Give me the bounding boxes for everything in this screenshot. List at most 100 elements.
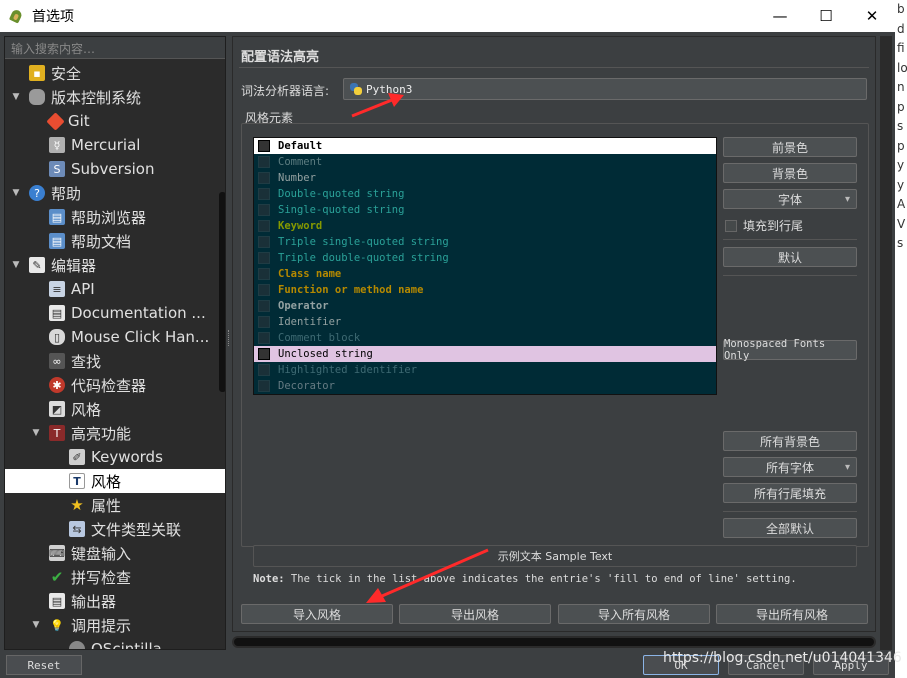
fill-eol-checkbox[interactable] [258,268,270,280]
tree-item-security[interactable]: ▪ 安全 [5,61,225,85]
default-button[interactable]: 默认 [723,247,857,267]
style-element-row[interactable]: Highlighted identifier [254,362,716,378]
style-element-row[interactable]: Triple single-quoted string [254,234,716,250]
maximize-button[interactable]: ☐ [803,0,849,32]
style-element-row[interactable]: Single-quoted string [254,202,716,218]
fill-eol-checkbox[interactable] [258,140,270,152]
edge-text: y [897,177,905,192]
tree-item-git[interactable]: Git [5,109,225,133]
fill-eol-checkbox[interactable] [258,348,270,360]
fill-eol-checkbox[interactable] [258,252,270,264]
fill-eol-checkbox[interactable] [258,380,270,392]
close-button[interactable]: ✕ [849,0,895,32]
style-element-row[interactable]: Decorator [254,378,716,394]
tree-item-help-docs[interactable]: ▤ 帮助文档 [5,229,225,253]
tree-item-qscintilla[interactable]: QScintilla [5,637,225,649]
style-element-row[interactable]: Double-quoted string [254,186,716,202]
foreground-color-button[interactable]: 前景色 [723,137,857,157]
style-element-row[interactable]: Operator [254,298,716,314]
style-element-label: Triple single-quoted string [278,236,449,248]
style-element-row[interactable]: Class name [254,266,716,282]
tree-item-editor[interactable]: ▼ ✎ 编辑器 [5,253,225,277]
fill-eol-checkbox[interactable] [258,316,270,328]
tree-search-input[interactable]: 输入搜索内容… [5,37,225,59]
import-style-button[interactable]: 导入风格 [241,604,393,624]
expand-arrow-icon[interactable]: ▼ [31,428,41,438]
all-background-button[interactable]: 所有背景色 [723,431,857,451]
fill-eol-checkbox[interactable] [258,364,270,376]
tree-item-filetype-assoc[interactable]: ⇆ 文件类型关联 [5,517,225,541]
tree-item-code-checker[interactable]: ✱ 代码检查器 [5,373,225,397]
tree-item-mouse-click[interactable]: ▯ Mouse Click Han... [5,325,225,349]
tree-item-highlighting[interactable]: ▼ T 高亮功能 [5,421,225,445]
tree-item-subversion[interactable]: S Subversion [5,157,225,181]
style-element-row[interactable]: Triple double-quoted string [254,250,716,266]
fill-eol-checkbox[interactable] [258,236,270,248]
tree-item-api[interactable]: ≡ API [5,277,225,301]
style-element-row[interactable]: Unclosed string [254,346,716,362]
fill-eol-checkbox[interactable] [258,156,270,168]
reset-button[interactable]: Reset [6,655,82,675]
expand-arrow-icon[interactable]: ▼ [11,188,21,198]
subversion-icon: S [49,161,65,177]
expand-arrow-icon[interactable]: ▼ [11,92,21,102]
tree-item-spellcheck[interactable]: ✔ 拼写检查 [5,565,225,589]
font-button[interactable]: 字体 [723,189,857,209]
scrollbar-thumb[interactable] [234,638,874,646]
style-elements-list[interactable]: Default Comment Number Double-quoted string… [253,137,717,395]
tree-item-vcs[interactable]: ▼ 版本控制系统 [5,85,225,109]
style-element-label: Single-quoted string [278,204,405,216]
page-horizontal-scrollbar[interactable] [232,636,876,648]
expand-arrow-icon[interactable]: ▼ [31,620,41,630]
lexer-language-select[interactable]: Python3 [343,78,867,100]
panel-splitter-handle[interactable] [228,330,231,346]
minimize-button[interactable]: — [757,0,803,32]
style-element-row[interactable]: Default [254,138,716,154]
tree-item-calltips[interactable]: ▼ 💡 调用提示 [5,613,225,637]
fill-eol-checkbox[interactable] [258,300,270,312]
tree-item-documentation[interactable]: ▤ Documentation ... [5,301,225,325]
style-element-row[interactable]: Identifier [254,314,716,330]
tree-item-mercurial[interactable]: ☿ Mercurial [5,133,225,157]
tree-scrollbar[interactable] [219,192,225,392]
background-window-edge: b d fi lo n p s p y y A V s [895,0,907,678]
checkbox-box[interactable] [725,219,737,232]
tree-item-keyboard[interactable]: ⌨ 键盘输入 [5,541,225,565]
monospaced-fonts-only-button[interactable]: Monospaced Fonts Only [723,338,857,362]
tree-item-exporters[interactable]: ▤ 输出器 [5,589,225,613]
style-element-row[interactable]: Number [254,170,716,186]
edge-text: fi [897,41,905,55]
edge-text: y [897,158,905,172]
fill-to-eol-label: 填充到行尾 [743,219,804,233]
style-element-row[interactable]: Function or method name [254,282,716,298]
export-style-button[interactable]: 导出风格 [399,604,551,624]
edge-text: n [897,80,905,94]
background-color-button[interactable]: 背景色 [723,163,857,183]
expand-arrow-icon[interactable]: ▼ [11,260,21,270]
tree-item-help-browser[interactable]: ▤ 帮助浏览器 [5,205,225,229]
all-eol-fill-button[interactable]: 所有行尾填充 [723,483,857,503]
fill-eol-checkbox[interactable] [258,332,270,344]
fill-eol-checkbox[interactable] [258,284,270,296]
tree-item-style[interactable]: ◩ 风格 [5,397,225,421]
fill-eol-checkbox[interactable] [258,204,270,216]
style-element-row[interactable]: Keyword [254,218,716,234]
export-all-styles-button[interactable]: 导出所有风格 [716,604,868,624]
tree-item-search[interactable]: ∞ 查找 [5,349,225,373]
tree-item-properties[interactable]: ★ 属性 [5,493,225,517]
all-fonts-button[interactable]: 所有字体 [723,457,857,477]
fill-eol-checkbox[interactable] [258,220,270,232]
tree-item-help[interactable]: ▼? 帮助 [5,181,225,205]
style-element-row[interactable]: Comment block [254,330,716,346]
all-default-button[interactable]: 全部默认 [723,518,857,538]
tree-item-highlight-style[interactable]: T 风格 [5,469,225,493]
page-vertical-scrollbar[interactable] [880,36,892,650]
fill-eol-checkbox[interactable] [258,188,270,200]
watermark-text: https://blog.csdn.net/u014041346 [663,650,902,666]
fill-to-eol-checkbox[interactable]: 填充到行尾 [725,217,803,234]
fill-eol-checkbox[interactable] [258,172,270,184]
style-element-row[interactable]: Comment [254,154,716,170]
page-title: 配置语法高亮 [241,50,320,65]
import-all-styles-button[interactable]: 导入所有风格 [558,604,710,624]
tree-item-keywords[interactable]: ✐ Keywords [5,445,225,469]
